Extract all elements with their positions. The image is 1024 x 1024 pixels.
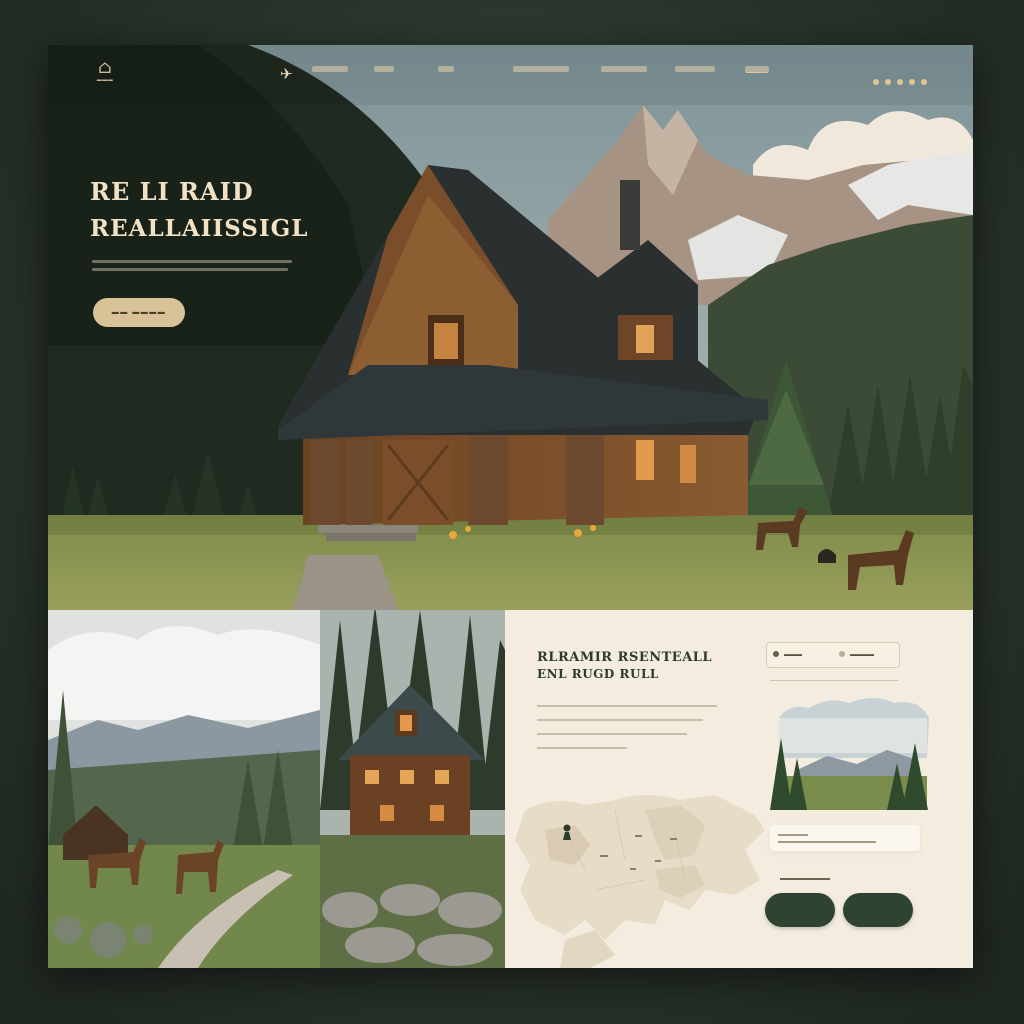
page-frame: ⌂ ▬▬▬ ✈ RE LI RAID REALLAIISSIGL ▬▬ ▬▬▬▬ (48, 45, 973, 968)
dot (885, 79, 891, 85)
dot (921, 79, 927, 85)
nav-link-6[interactable] (675, 66, 715, 72)
panel-divider (770, 680, 898, 681)
chip-dot-icon (773, 651, 779, 657)
nav-link-active[interactable] (745, 66, 769, 73)
landscape-card-image[interactable] (767, 698, 935, 823)
filter-chip-group: ▬▬▬ ▬▬▬▬ (766, 642, 900, 668)
photo-valley-horses (48, 610, 320, 968)
panel-description (537, 705, 717, 761)
dots-menu-icon[interactable] (873, 70, 933, 89)
info-panel: RLRAMIR RSENTEALL ENL RUGD RULL ▬▬▬ ▬▬▬▬ (505, 610, 973, 968)
hero-landscape-image (48, 45, 973, 610)
dot (897, 79, 903, 85)
chip-dot-icon (839, 651, 845, 657)
world-map[interactable] (505, 770, 780, 968)
hero-section: ⌂ ▬▬▬ ✈ RE LI RAID REALLAIISSIGL ▬▬ ▬▬▬▬ (48, 45, 973, 610)
filter-chip-b[interactable]: ▬▬▬▬ (839, 643, 874, 667)
hero-cta-button[interactable]: ▬▬ ▬▬▬▬ (93, 298, 185, 327)
valley-horses-image (48, 610, 320, 968)
brand-logo[interactable]: ⌂ ▬▬▬ (90, 57, 120, 84)
dot (909, 79, 915, 85)
panel-heading-line2: ENL RUGD RULL (537, 667, 659, 681)
hero-subtitle (92, 260, 292, 276)
photo-forest-cabin (320, 610, 505, 968)
nav-link-3[interactable] (438, 66, 454, 72)
hero-title-line1: RE LI RAID (90, 177, 254, 206)
hero-title-line2: REALLAIISSIGL (90, 215, 309, 242)
panel-heading-line1: RLRAMIR RSENTEALL (537, 650, 713, 665)
card-note (780, 878, 830, 880)
forest-cabin-image (320, 610, 505, 968)
cabin-logo-icon: ⌂ (98, 57, 112, 78)
filter-chip-a[interactable]: ▬▬▬ (773, 643, 802, 667)
brand-logo-text: ▬▬▬ (96, 77, 114, 83)
nav-link-2[interactable] (374, 66, 394, 72)
top-navigation: ⌂ ▬▬▬ ✈ (48, 45, 973, 105)
secondary-action-button[interactable] (843, 893, 913, 927)
nav-link-4[interactable] (513, 66, 569, 72)
nav-link-5[interactable] (601, 66, 647, 72)
bird-icon[interactable]: ✈ (280, 65, 293, 83)
primary-action-button[interactable] (765, 893, 835, 927)
card-caption (770, 825, 920, 851)
nav-link-1[interactable] (312, 66, 348, 72)
dot (873, 79, 879, 85)
